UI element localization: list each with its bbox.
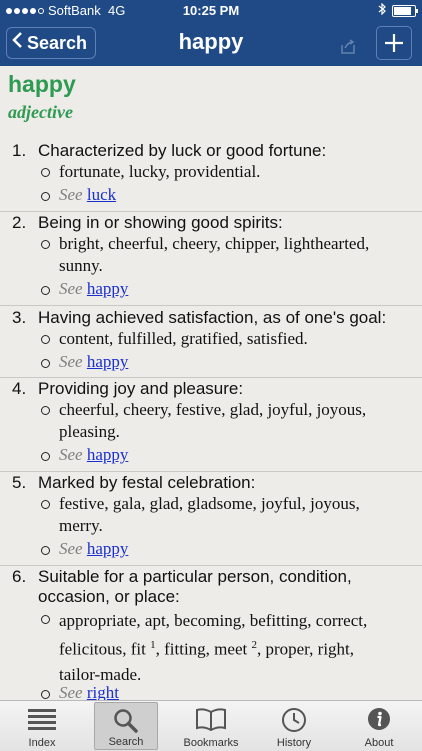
sense-synonyms: bright, cheerful, cheery, chipper, light…: [59, 234, 370, 275]
see-link[interactable]: happy: [87, 445, 129, 464]
bullet-icon: [41, 240, 50, 249]
see-link[interactable]: luck: [87, 185, 116, 204]
sense-definition: 3. Having achieved satisfaction, as of on…: [12, 308, 387, 327]
see-reference: See luck: [59, 185, 117, 204]
bullet-icon: [41, 615, 50, 624]
status-bar: SoftBank 4G 10:25 PM: [0, 0, 422, 20]
tab-index[interactable]: Index: [7, 702, 77, 750]
list-icon: [28, 709, 56, 730]
magnifier-icon: [114, 709, 138, 733]
see-link[interactable]: happy: [87, 279, 129, 298]
bullet-icon: [41, 546, 50, 555]
plus-icon: [385, 34, 403, 52]
sense-definition: 6. Suitable for a particular person, cond…: [12, 567, 352, 606]
tab-search[interactable]: Search: [94, 702, 158, 750]
tab-about[interactable]: About: [344, 702, 414, 750]
clock-icon: [282, 708, 306, 732]
see-reference: See happy: [59, 445, 129, 464]
bullet-icon: [41, 192, 50, 201]
sense-definition: 1. Characterized by luck or good fortune:: [12, 141, 327, 160]
divider: [0, 305, 422, 306]
divider: [0, 377, 422, 378]
bullet-icon: [41, 286, 50, 295]
bullet-icon: [41, 406, 50, 415]
entry-content[interactable]: happy adjective 1. Characterized by luck …: [0, 66, 422, 700]
see-reference: See happy: [59, 279, 129, 298]
sense-definition: 4. Providing joy and pleasure:: [12, 379, 244, 398]
tab-bar: Index Search Bookmarks History About: [0, 700, 422, 751]
bullet-icon: [41, 690, 50, 699]
bullet-icon: [41, 359, 50, 368]
divider: [0, 565, 422, 566]
navigation-bar: Search happy: [0, 20, 422, 66]
tab-bookmarks[interactable]: Bookmarks: [176, 702, 246, 750]
page-title: happy: [178, 29, 244, 54]
divider: [0, 471, 422, 472]
bluetooth-icon: [378, 2, 386, 18]
sense-definition: 5. Marked by festal celebration:: [12, 473, 256, 492]
bullet-icon: [41, 452, 50, 461]
divider: [0, 211, 422, 212]
bullet-icon: [41, 500, 50, 509]
sense-synonyms: festive, gala, glad, gladsome, joyful, j…: [59, 494, 360, 535]
bullet-icon: [41, 335, 50, 344]
add-bookmark-button[interactable]: [376, 26, 412, 60]
info-icon: [368, 708, 390, 730]
share-icon[interactable]: [340, 39, 356, 55]
sense-definition: 2. Being in or showing good spirits:: [12, 213, 283, 232]
see-link[interactable]: right: [87, 683, 119, 700]
status-time: 10:25 PM: [182, 3, 240, 18]
see-reference: See happy: [59, 352, 129, 371]
part-of-speech: adjective: [8, 102, 73, 122]
tab-history[interactable]: History: [259, 702, 329, 750]
see-link[interactable]: happy: [87, 352, 129, 371]
headword: happy: [8, 71, 76, 97]
sense-synonyms: appropriate, apt, becoming, befitting, c…: [59, 611, 368, 684]
battery-icon: [392, 4, 418, 17]
book-icon: [196, 708, 226, 731]
sense-synonyms: cheerful, cheery, festive, glad, joyful,…: [59, 400, 367, 441]
see-link[interactable]: happy: [87, 539, 129, 558]
bullet-icon: [41, 168, 50, 177]
sense-synonyms: fortunate, lucky, providential.: [59, 162, 261, 181]
sense-synonyms: content, fulfilled, gratified, satisfied…: [59, 329, 308, 348]
see-reference: See right: [59, 683, 119, 700]
see-reference: See happy: [59, 539, 129, 558]
